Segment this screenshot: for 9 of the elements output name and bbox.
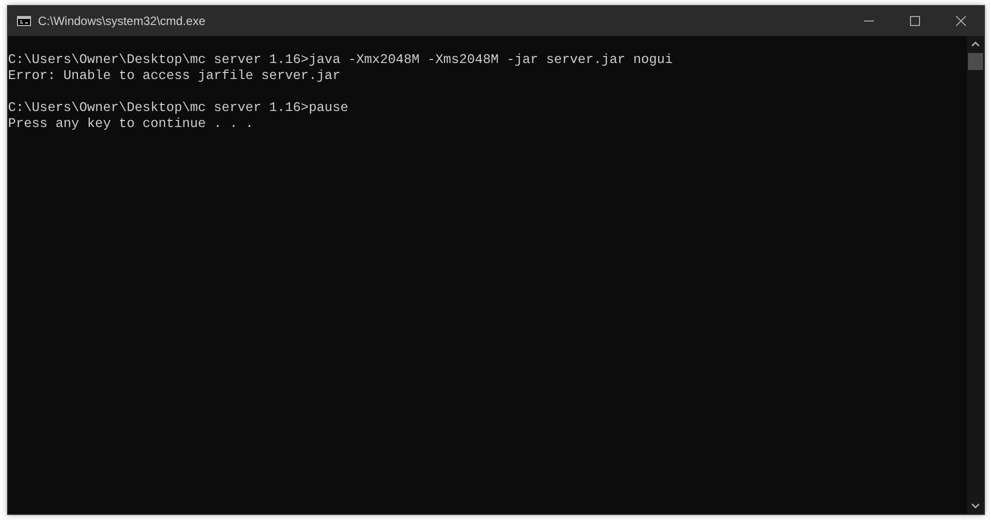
window-title: C:\Windows\system32\cmd.exe [38, 14, 206, 28]
maximize-icon [910, 16, 920, 26]
console-line: C:\Users\Owner\Desktop\mc server 1.16>java -Xmx2048M -Xms2048M -jar server.jar nogui [8, 52, 673, 68]
console-line: C:\Users\Owner\Desktop\mc server 1.16>pause [8, 100, 348, 116]
console-line: Press any key to continue . . . [8, 116, 254, 132]
scrollbar-thumb[interactable] [968, 53, 983, 70]
console-icon [17, 16, 31, 26]
console-line: Error: Unable to access jarfile server.jar [8, 68, 340, 84]
close-icon [956, 16, 966, 26]
